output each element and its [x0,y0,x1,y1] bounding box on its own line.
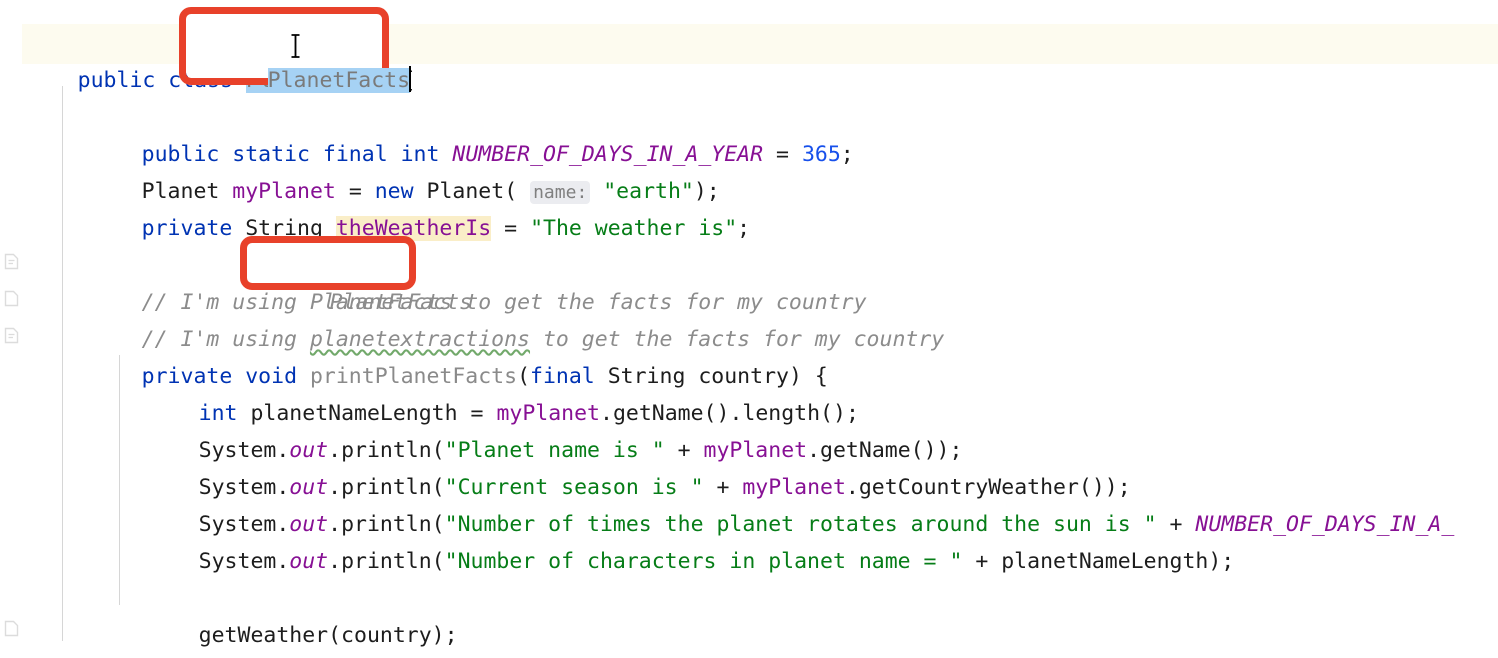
comment-boxed-word: PlanetFacts [309,290,453,315]
constant-name: NUMBER_OF_DAYS_IN_A_YEAR [452,142,764,167]
inlay-hint-name[interactable]: name: [530,181,591,204]
getweather-call: getWeather(country); [198,623,458,648]
mouse-ibeam-cursor-top [290,33,301,59]
comment-suffix: to get the facts for my country [530,327,945,352]
plus-operator: + [1156,512,1196,537]
println-call: .println( [328,549,445,574]
field-out: out [289,512,329,537]
indent-guide [62,86,63,641]
field-myplanet: myPlanet [496,401,600,426]
plus-operator: + [703,475,743,500]
string-literal-earth: "earth" [603,179,694,204]
method-call-chain: .getName().length(); [600,401,859,426]
code-line-getweather-call[interactable]: getWeather(country); [0,580,1498,648]
string-literal-weather: "The weather is" [530,216,738,241]
constructor-planet: Planet [426,179,505,204]
system-prefix: System. [198,438,290,463]
comment-suffix: to get the facts for my country [452,290,867,315]
code-editor[interactable]: public class PlanetFacts { public static… [0,0,1498,658]
code-line-comment-planetfacts[interactable]: // I'm using PlanetFacts to get the fact… [0,247,1498,315]
constant-name-clipped: NUMBER_OF_DAYS_IN_A_ [1195,512,1455,537]
plus-operator: + [962,549,1002,574]
line-tail: .getCountryWeather()); [845,475,1131,500]
println-call: .println( [328,512,445,537]
line-tail: .getName()); [807,438,963,463]
field-out: out [289,438,329,463]
field-theweatheris: theWeatherIs [335,216,492,241]
system-prefix: System. [198,475,290,500]
param-name-country: country [698,364,789,389]
equals-operator: = [504,216,518,241]
line-tail: ); [693,179,720,204]
misspelled-word: planetextractions [309,327,531,352]
println-call: .println( [328,475,445,500]
param-type-string: String [607,364,686,389]
numeric-literal: 365 [801,142,841,167]
equals-operator: = [348,179,362,204]
keyword-new: new [374,179,414,204]
plus-operator: + [664,438,704,463]
keyword-public: public [141,142,220,167]
paren-open: ( [517,364,531,389]
equals-operator: = [776,142,789,167]
semicolon: ; [737,216,751,241]
keyword-private: private [141,216,233,241]
keyword-private: private [141,364,233,389]
indent-guide [119,355,120,605]
field-out: out [289,475,329,500]
code-content[interactable]: public class PlanetFacts { public static… [0,0,1498,658]
type-planet: Planet [141,179,220,204]
equals-operator: = [470,401,484,426]
field-myplanet: myPlanet [742,475,846,500]
keyword-public: public [77,68,156,93]
comment-prefix: // I'm using [141,290,310,315]
comment-prefix: // I'm using [141,327,310,352]
keyword-int: int [400,142,440,167]
keyword-void: void [245,364,298,389]
field-myplanet: myPlanet [703,438,808,463]
type-string: String [245,216,323,241]
method-name-printplanetfacts: printPlanetFacts [309,364,518,389]
line-tail: ) { [788,364,828,389]
keyword-final: final [322,142,388,167]
code-line-constant-declaration[interactable]: public static final int NUMBER_OF_DAYS_I… [0,99,1498,167]
line-tail: ); [1208,549,1235,574]
open-brace: { [401,68,415,93]
keyword-final: final [530,364,595,389]
string-literal: "Number of characters in planet name = " [444,549,963,574]
string-literal: "Planet name is " [444,438,665,463]
string-literal: "Number of times the planet rotates arou… [444,512,1157,537]
semicolon: ; [840,142,854,167]
keyword-int: int [198,401,238,426]
string-literal: "Current season is " [444,475,704,500]
local-var-planetnamelength: planetNameLength [250,401,458,426]
comment-word-box-fill [247,243,409,283]
field-myplanet: myPlanet [232,179,336,204]
class-name-box-fill [186,14,382,78]
paren-open: ( [504,179,518,204]
println-call: .println( [328,438,445,463]
local-var-planetnamelength: planetNameLength [1001,549,1209,574]
keyword-static: static [232,142,310,167]
system-prefix: System. [198,512,290,537]
system-prefix: System. [198,549,290,574]
field-out: out [289,549,329,574]
